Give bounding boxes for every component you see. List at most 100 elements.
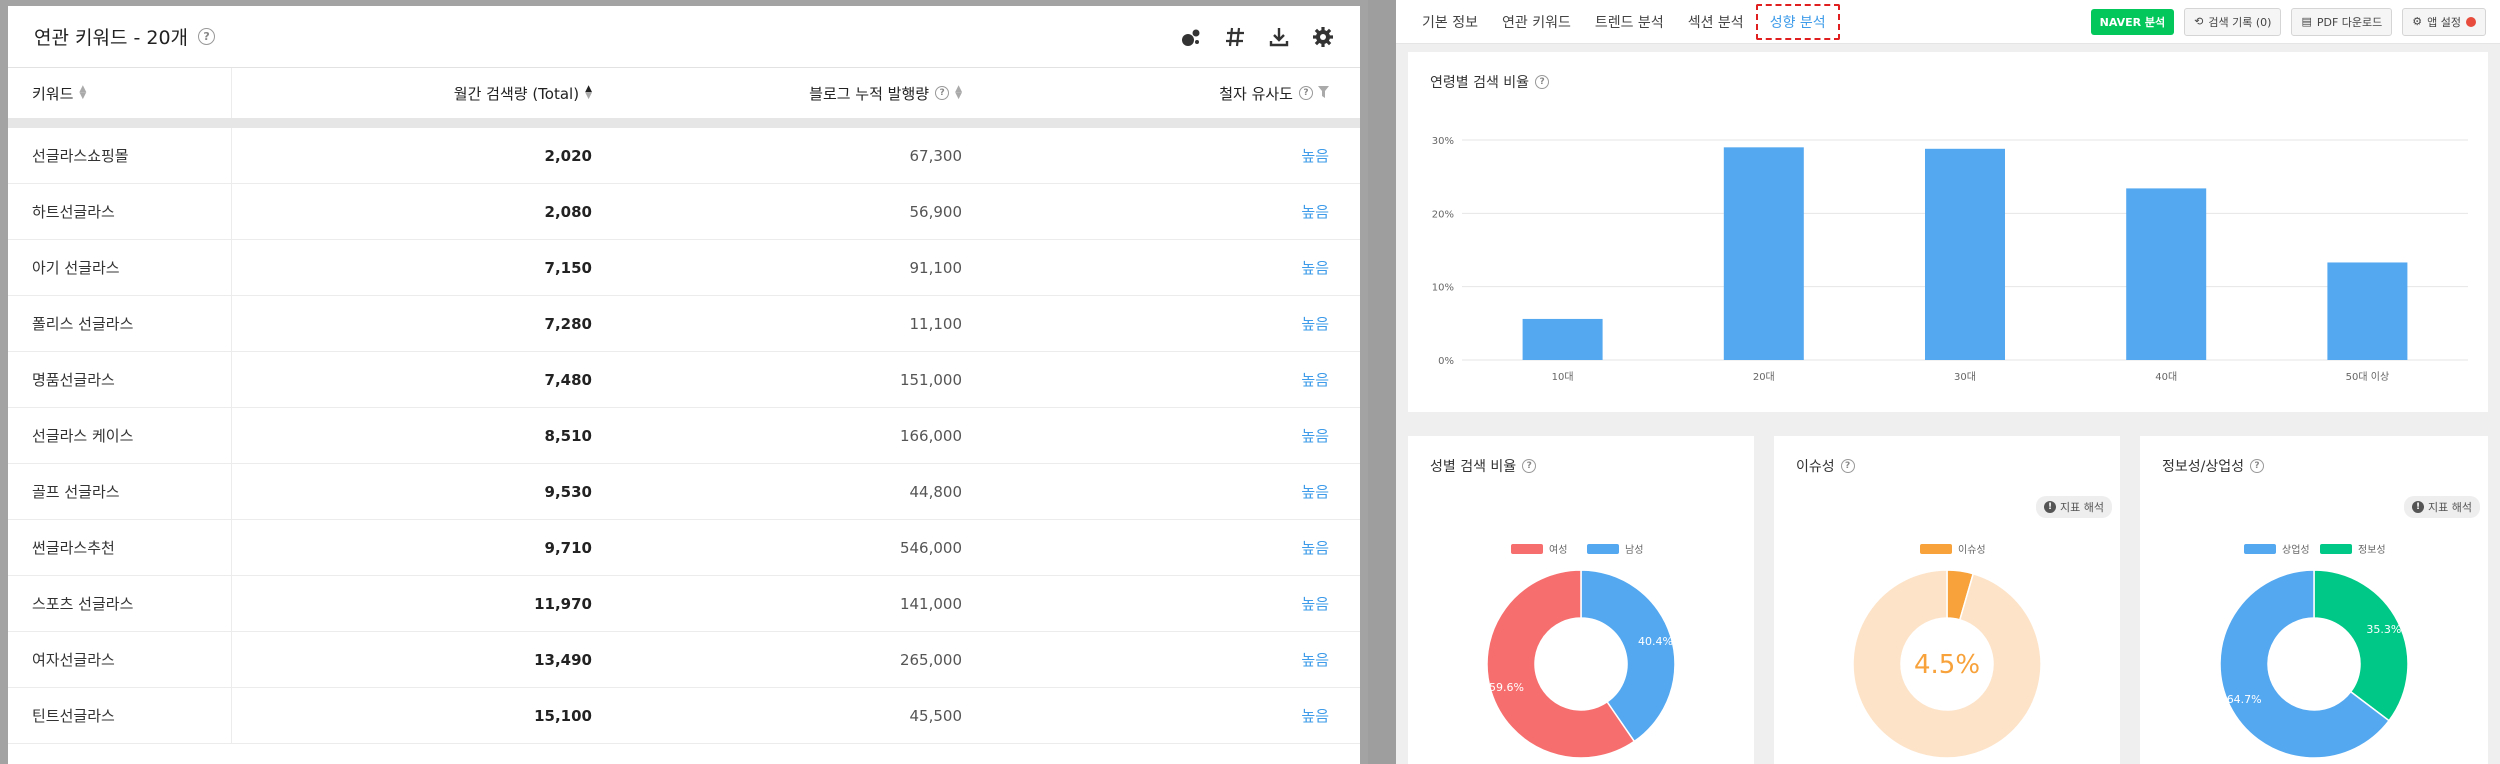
legend-swatch — [2244, 544, 2276, 554]
help-icon[interactable]: ? — [1840, 459, 1855, 473]
naver-analysis-button[interactable]: NAVER 분석 — [2090, 8, 2175, 35]
column-monthly-label: 월간 검색량 (Total) — [453, 84, 580, 103]
sort-icon[interactable]: ▲ ▼ — [585, 85, 592, 101]
table-row[interactable]: 아기 선글라스 7,150 91,100 높음 — [8, 240, 1360, 296]
gear-icon[interactable] — [1312, 26, 1334, 48]
column-blog[interactable]: 블로그 누적 발행량 ? ▲ ▼ — [592, 83, 962, 104]
age-bar-chart: 0% 10% 20% 30% 10대 20대 30대 40대 50대 이상 — [1432, 136, 2468, 383]
similarity-cell: 높음 — [1301, 651, 1329, 669]
tab-related-keywords[interactable]: 연관 키워드 — [1490, 4, 1583, 40]
table-row[interactable]: 명품선글라스 7,480 151,000 높음 — [8, 352, 1360, 408]
similarity-cell: 높음 — [1301, 259, 1329, 277]
table-row[interactable]: 폴리스 선글라스 7,280 11,100 높음 — [8, 296, 1360, 352]
card-title: 이슈성 ? — [1796, 456, 1855, 476]
bar[interactable] — [1925, 148, 2005, 360]
slice-label: 40.4% — [1638, 635, 1673, 648]
hashtag-icon[interactable] — [1224, 26, 1246, 48]
keyword-cell[interactable]: 명품선글라스 — [8, 352, 232, 407]
gear-icon: ⚙ — [2412, 15, 2423, 28]
tab-actions: NAVER 분석 ⟲ 검색 기록 (0) ▤ PDF 다운로드 ⚙ 앱 설정 — [2090, 7, 2500, 36]
blog-count-cell: 56,900 — [909, 202, 963, 221]
keyword-cell[interactable]: 하트선글라스 — [8, 184, 232, 239]
similarity-cell: 높음 — [1301, 315, 1329, 333]
help-icon[interactable]: ? — [1535, 75, 1550, 89]
bar[interactable] — [2327, 262, 2408, 360]
bar[interactable] — [1723, 147, 1804, 360]
table-row[interactable]: 하트선글라스 2,080 56,900 높음 — [8, 184, 1360, 240]
bar[interactable] — [1522, 318, 1603, 360]
similarity-cell: 높음 — [1301, 595, 1329, 613]
history-icon: ⟲ — [2194, 15, 2204, 28]
history-label: 검색 기록 (0) — [2208, 15, 2272, 29]
help-icon[interactable]: ? — [2250, 459, 2264, 473]
blog-count-cell: 151,000 — [899, 370, 962, 389]
center-label: 4.5% — [1914, 650, 1980, 680]
pdf-download-button[interactable]: ▤ PDF 다운로드 — [2291, 7, 2393, 36]
y-tick-label: 20% — [1432, 209, 1454, 220]
interpret-badge[interactable]: ! 지표 해석 — [2404, 496, 2480, 518]
history-button[interactable]: ⟲ 검색 기록 (0) — [2184, 7, 2282, 36]
table-body: 선글라스쇼핑몰 2,020 67,300 높음 하트선글라스 2,080 56,900 높음 아… — [8, 128, 1360, 744]
tab-tendency-analysis[interactable]: 성향 분석 — [1755, 3, 1840, 40]
column-similarity-label: 철자 유사도 — [1219, 84, 1293, 103]
card-title-label: 이슈성 — [1796, 459, 1835, 475]
similarity-cell: 높음 — [1301, 371, 1329, 389]
similarity-cell: 높음 — [1301, 427, 1329, 445]
filter-icon[interactable] — [1318, 84, 1329, 102]
keyword-cell[interactable]: 선글라스 케이스 — [8, 408, 232, 463]
monthly-search-cell: 7,280 — [544, 314, 592, 333]
keyword-cell[interactable]: 스포츠 선글라스 — [8, 576, 232, 631]
table-row[interactable]: 스포츠 선글라스 11,970 141,000 높음 — [8, 576, 1360, 632]
card-title-label: 정보성/상업성 — [2162, 459, 2244, 475]
app-settings-button[interactable]: ⚙ 앱 설정 — [2402, 7, 2486, 36]
monthly-search-cell: 15,100 — [534, 706, 592, 725]
table-header: 키워드 ▲ ▼ 월간 검색량 (Total) ▲ ▼ 블로그 누적 발행량 ? ▲ ▼… — [8, 68, 1360, 128]
info-icon: ! — [2412, 501, 2425, 513]
column-keyword[interactable]: 키워드 ▲ ▼ — [8, 68, 232, 118]
tab-trend-analysis[interactable]: 트렌드 분석 — [1583, 4, 1676, 40]
keyword-cell[interactable]: 여자선글라스 — [8, 632, 232, 687]
tab-section-analysis[interactable]: 섹션 분석 — [1676, 4, 1756, 40]
keyword-cell[interactable]: 선글라스쇼핑몰 — [8, 128, 232, 183]
keyword-cell[interactable]: 썬글라스추천 — [8, 520, 232, 575]
bubble-chart-icon[interactable] — [1180, 26, 1202, 48]
sort-icon[interactable]: ▲ ▼ — [955, 85, 962, 101]
table-row[interactable]: 골프 선글라스 9,530 44,800 높음 — [8, 464, 1360, 520]
interpret-badge[interactable]: ! 지표 해석 — [2036, 496, 2112, 518]
table-row[interactable]: 선글라스 케이스 8,510 166,000 높음 — [8, 408, 1360, 464]
keyword-cell[interactable]: 틴트선글라스 — [8, 688, 232, 743]
download-icon[interactable] — [1268, 26, 1290, 48]
close-icon[interactable] — [2466, 16, 2476, 27]
blog-count-cell: 166,000 — [899, 426, 962, 445]
legend-label: 상업성 — [2282, 543, 2310, 556]
keyword-cell[interactable]: 폴리스 선글라스 — [8, 296, 232, 351]
keyword-cell[interactable]: 골프 선글라스 — [8, 464, 232, 519]
slice-label: 59.6% — [1489, 681, 1524, 694]
help-icon[interactable]: ? — [935, 86, 950, 100]
card-title: 성별 검색 비율 ? — [1430, 456, 1537, 476]
x-tick-label: 10대 — [1552, 371, 1574, 383]
table-row[interactable]: 썬글라스추천 9,710 546,000 높음 — [8, 520, 1360, 576]
donut-slice[interactable] — [2313, 569, 2409, 722]
monthly-search-cell: 11,970 — [534, 594, 592, 613]
x-tick-label: 40대 — [2155, 371, 2177, 383]
legend-label: 여성 — [1549, 544, 1567, 556]
table-row[interactable]: 여자선글라스 13,490 265,000 높음 — [8, 632, 1360, 688]
table-row[interactable]: 선글라스쇼핑몰 2,020 67,300 높음 — [8, 128, 1360, 184]
table-row[interactable]: 틴트선글라스 15,100 45,500 높음 — [8, 688, 1360, 744]
bar[interactable] — [2126, 188, 2207, 360]
keyword-cell[interactable]: 아기 선글라스 — [8, 240, 232, 295]
legend-label: 남성 — [1625, 544, 1643, 556]
help-icon[interactable]: ? — [1299, 86, 1313, 100]
column-similarity[interactable]: 철자 유사도 ? — [962, 83, 1329, 104]
age-ratio-card: 연령별 검색 비율 ? 0% 10% 20% 30% 10대 20대 30대 40대 50대 이… — [1408, 52, 2488, 412]
sort-icon[interactable]: ▲ ▼ — [79, 85, 86, 101]
blog-count-cell: 11,100 — [909, 314, 963, 333]
help-icon[interactable]: ? — [198, 28, 216, 45]
card-title-label: 성별 검색 비율 — [1430, 459, 1517, 475]
info-donut-chart: 상업성 정보성 35.3% 64.7% — [2219, 543, 2409, 759]
tab-basic-info[interactable]: 기본 정보 — [1410, 4, 1490, 40]
help-icon[interactable]: ? — [1522, 459, 1537, 473]
column-monthly[interactable]: 월간 검색량 (Total) ▲ ▼ — [232, 83, 592, 104]
x-tick-label: 30대 — [1954, 371, 1976, 383]
